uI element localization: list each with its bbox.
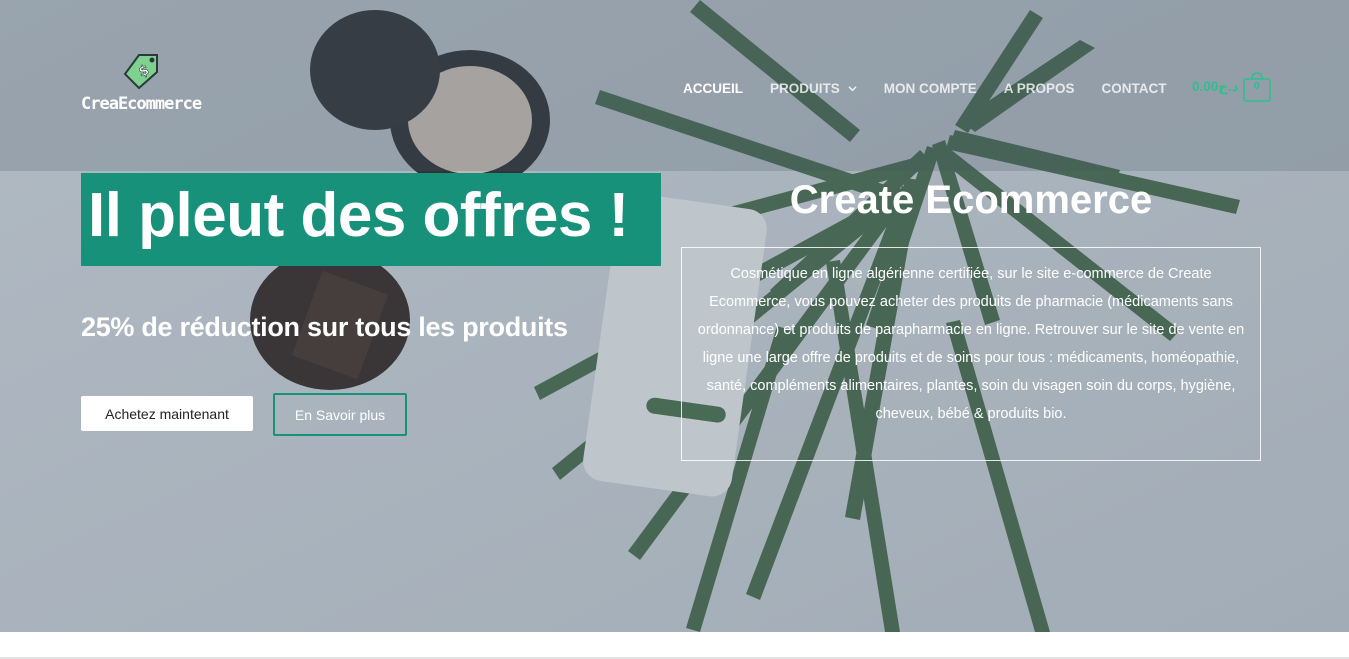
nav-item-label: MON COMPTE	[883, 80, 977, 96]
main-navigation: ACCUEIL PRODUITS MON COMPTE A PROPOS CON…	[683, 78, 1194, 98]
site-logo[interactable]: $ CreaEcommerce	[81, 52, 211, 122]
nav-item-accueil[interactable]: ACCUEIL	[683, 81, 743, 96]
cart-total: 0.00د.ج	[1192, 79, 1239, 94]
shopping-bag-icon[interactable]: 0	[1242, 72, 1271, 102]
description-box: Cosmétique en ligne algérienne certifiée…	[681, 247, 1261, 461]
description-text: Cosmétique en ligne algérienne certifiée…	[697, 266, 1245, 422]
buy-now-button[interactable]: Achetez maintenant	[81, 396, 253, 431]
nav-item-a-propos[interactable]: A PROPOS	[1004, 81, 1075, 96]
nav-item-label: ACCUEIL	[683, 80, 743, 96]
promo-title: Il pleut des offres !	[88, 181, 629, 250]
nav-item-contact[interactable]: CONTACT	[1102, 81, 1167, 96]
learn-more-button[interactable]: En Savoir plus	[273, 393, 407, 436]
logo-text: CreaEcommerce	[81, 94, 202, 114]
cart-count: 0	[1253, 80, 1260, 92]
cart-widget[interactable]: 0.00د.ج 0	[1192, 71, 1271, 103]
chevron-down-icon	[848, 85, 857, 91]
brand-title: Create Ecommerce	[789, 178, 1153, 222]
hero-section: $ CreaEcommerce ACCUEIL PRODUITS MON COM…	[0, 0, 1349, 632]
nav-item-produits[interactable]: PRODUITS	[770, 81, 857, 96]
price-tag-dollar-icon: $	[123, 54, 158, 90]
nav-item-label: A PROPOS	[1003, 80, 1075, 96]
nav-item-mon-compte[interactable]: MON COMPTE	[884, 81, 977, 96]
promo-subtitle: 25% de réduction sur tous les produits	[81, 312, 568, 342]
nav-item-label: CONTACT	[1101, 80, 1167, 96]
nav-item-label: PRODUITS	[770, 80, 840, 96]
